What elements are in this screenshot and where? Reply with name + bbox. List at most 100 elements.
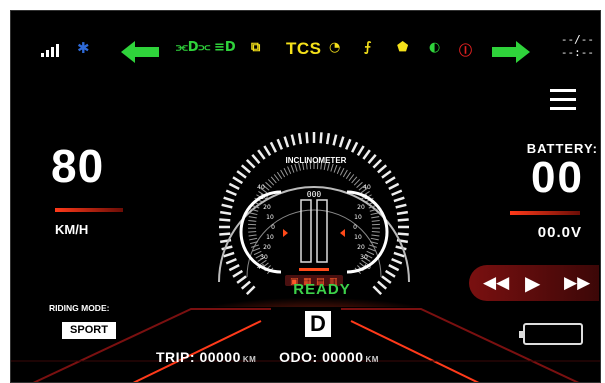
gauge-tick bbox=[248, 216, 257, 219]
scale-tick-label: 20 bbox=[357, 244, 365, 251]
gauge-tick bbox=[381, 170, 392, 179]
gauge-tick bbox=[221, 203, 233, 209]
road-graphic bbox=[11, 308, 600, 382]
abs-warning-icon: Ⓘ bbox=[459, 44, 473, 59]
gauge-tick bbox=[269, 141, 277, 153]
gauge-tick bbox=[384, 176, 396, 185]
gauge-tick bbox=[270, 176, 277, 184]
trip-label: TRIP: bbox=[156, 349, 196, 365]
gauge-tick bbox=[345, 171, 352, 180]
gauge-tick bbox=[371, 216, 380, 219]
gauge-tick bbox=[232, 176, 244, 185]
side-stand-icon: ⨍ bbox=[364, 40, 372, 55]
gauge-tick bbox=[276, 138, 284, 150]
gauge-tick bbox=[219, 210, 232, 216]
level-marker bbox=[299, 268, 329, 271]
gauge-tick bbox=[367, 247, 376, 252]
next-track-icon[interactable]: ▶▶ bbox=[564, 273, 590, 293]
play-icon[interactable]: ▶ bbox=[525, 273, 540, 293]
incline-bar-right bbox=[316, 199, 328, 263]
time-text: --:-- bbox=[560, 46, 594, 59]
gauge-tick bbox=[353, 179, 361, 186]
speed-value: 80 bbox=[51, 140, 105, 192]
gauge-tick bbox=[371, 234, 380, 237]
parking-brake-icon: ⧉ bbox=[251, 40, 261, 55]
bluetooth-icon[interactable]: ✱ bbox=[77, 39, 90, 57]
gauge-tick bbox=[371, 220, 380, 222]
gauge-tick bbox=[221, 245, 233, 251]
gauge-tick bbox=[371, 231, 380, 233]
rider-warning-icon: ⬟ bbox=[397, 40, 409, 55]
scale-tick-label: 40 bbox=[257, 264, 265, 271]
previous-track-icon[interactable]: ◀◀ bbox=[483, 273, 509, 293]
scale-tick-label: 40 bbox=[257, 184, 265, 191]
right-incline-pointer bbox=[340, 229, 345, 237]
gauge-tick bbox=[356, 181, 363, 188]
gauge-tick bbox=[219, 232, 231, 236]
engine-check-icon: ◐ bbox=[429, 40, 441, 55]
gauge-tick bbox=[393, 251, 405, 258]
scale-tick-label: 30 bbox=[360, 254, 368, 261]
scale-tick-label: 30 bbox=[360, 194, 368, 201]
scale-tick-label: 10 bbox=[266, 214, 274, 221]
gauge-tick bbox=[332, 134, 338, 146]
scale-tick-label: 10 bbox=[354, 234, 362, 241]
scale-tick-label: 0 bbox=[353, 224, 357, 231]
scale-tick-label: 30 bbox=[260, 194, 268, 201]
gauge-tick bbox=[236, 170, 247, 179]
battery-percent: 00 bbox=[531, 153, 584, 202]
gauge-tick bbox=[397, 232, 409, 236]
left-turn-signal-icon bbox=[121, 41, 159, 63]
gauge-tick bbox=[265, 181, 272, 188]
speed-divider bbox=[55, 208, 123, 212]
gauge-tick bbox=[283, 167, 289, 176]
gauge-tick bbox=[381, 275, 392, 284]
odo-value: 00000 bbox=[322, 349, 364, 365]
gauge-tick bbox=[348, 174, 355, 182]
incline-bar-left bbox=[300, 199, 312, 263]
gauge-tick bbox=[351, 176, 358, 184]
dashboard-screen: ✱ ⫘D⫗ ≡D ⧉ TCS ◔ ⨍ ⬟ ◐ Ⓘ --/-- --:-- 80 … bbox=[10, 10, 601, 383]
gauge-tick bbox=[267, 179, 275, 186]
gauge-tick bbox=[305, 132, 309, 144]
scale-tick-label: 20 bbox=[263, 244, 271, 251]
gauge-tick bbox=[228, 264, 240, 272]
tcs-indicator: TCS bbox=[286, 39, 322, 58]
gauge-tick bbox=[333, 164, 338, 173]
gauge-tick bbox=[342, 169, 348, 178]
gauge-tick bbox=[248, 220, 257, 222]
scale-tick-label: 30 bbox=[260, 254, 268, 261]
speed-unit: KM/H bbox=[55, 222, 89, 237]
trip-value: 00000 bbox=[199, 349, 241, 365]
gauge-tick bbox=[276, 171, 283, 180]
scale-tick-label: 40 bbox=[363, 264, 371, 271]
gauge-tick bbox=[388, 182, 400, 190]
scale-tick-label: 10 bbox=[354, 214, 362, 221]
menu-icon[interactable] bbox=[550, 89, 576, 116]
scale-tick-label: 40 bbox=[363, 184, 371, 191]
gauge-tick bbox=[249, 237, 258, 241]
gauge-tick bbox=[240, 164, 251, 174]
scale-tick-label: 20 bbox=[263, 204, 271, 211]
gauge-tick bbox=[236, 275, 247, 284]
gauge-tick bbox=[280, 169, 286, 178]
gauge-tick bbox=[319, 132, 323, 144]
gauge-tick bbox=[290, 134, 296, 146]
scale-tick-label: 10 bbox=[266, 234, 274, 241]
right-turn-signal-icon bbox=[492, 41, 530, 63]
gauge-tick bbox=[395, 203, 407, 209]
low-beam-icon: ≡D bbox=[214, 40, 236, 55]
odo-unit: KM bbox=[365, 355, 379, 364]
signal-strength-icon bbox=[41, 44, 59, 57]
battery-voltage: 00.0V bbox=[537, 224, 582, 241]
gauge-tick bbox=[338, 136, 345, 148]
gauge-tick bbox=[290, 164, 295, 173]
gauge-tick bbox=[388, 264, 400, 272]
battery-divider bbox=[510, 211, 580, 215]
gauge-tick bbox=[370, 212, 379, 216]
gauge-tick bbox=[248, 231, 257, 233]
gauge-tick bbox=[393, 196, 405, 203]
scale-tick-label: 0 bbox=[271, 224, 275, 231]
incline-top-value: 000 bbox=[307, 190, 322, 199]
gauge-tick bbox=[248, 234, 257, 237]
